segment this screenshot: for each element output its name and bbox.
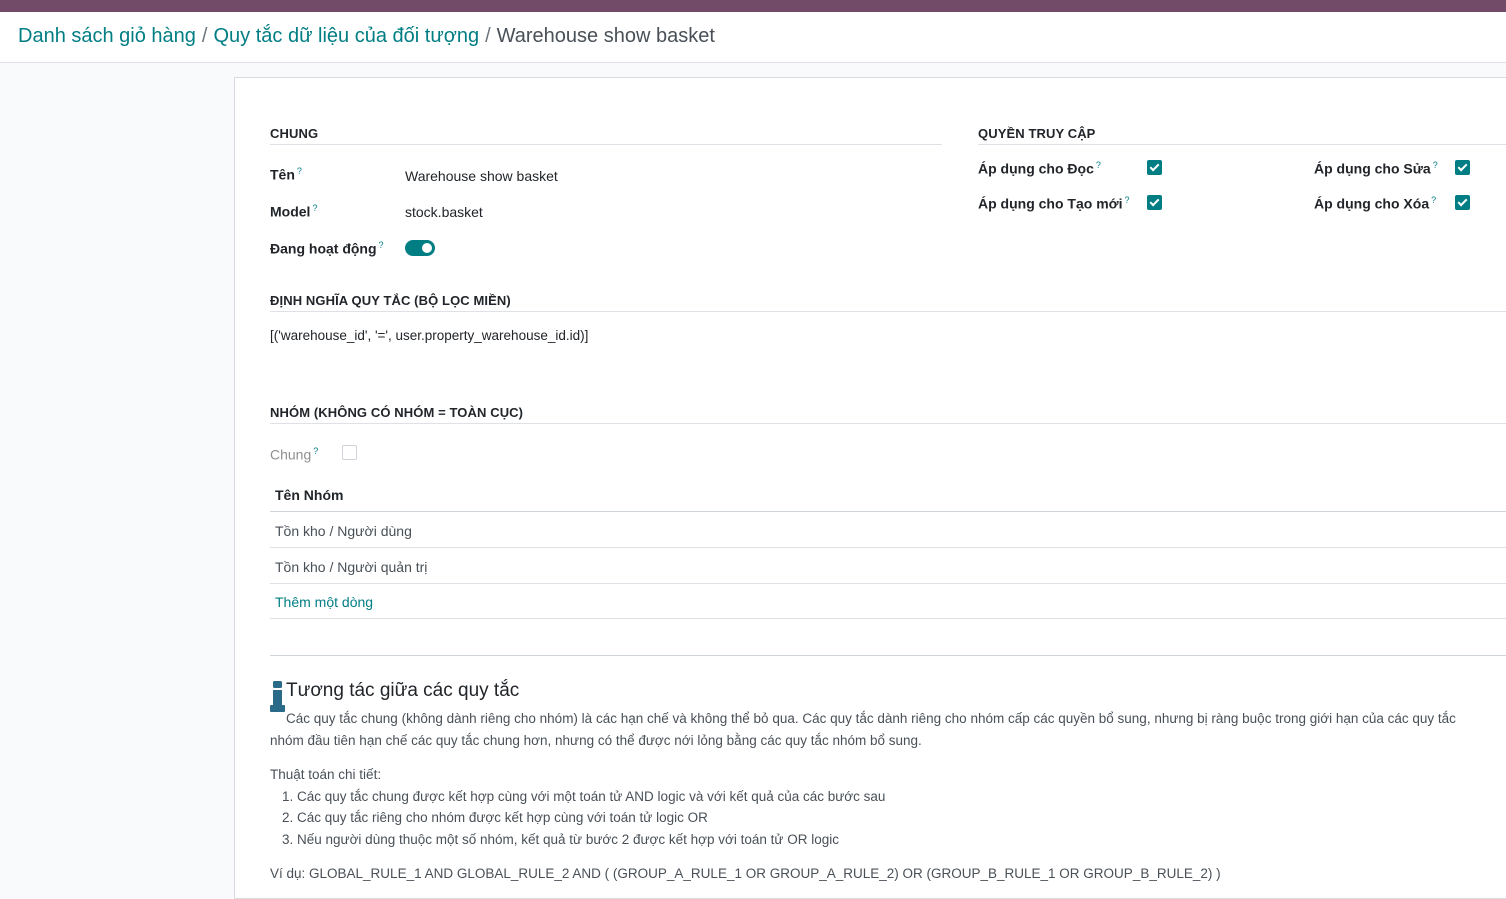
delete-checkbox[interactable] bbox=[1455, 195, 1470, 210]
help-tooltip-icon[interactable]: ? bbox=[313, 446, 318, 456]
breadcrumb-current: Warehouse show basket bbox=[496, 25, 715, 47]
global-checkbox[interactable] bbox=[342, 445, 357, 460]
help-title: Tương tác giữa các quy tắc bbox=[286, 680, 520, 701]
breadcrumb: Danh sách giỏ hàng / Quy tắc dữ liệu của đ… bbox=[18, 25, 715, 48]
create-checkbox[interactable] bbox=[1147, 195, 1162, 210]
top-navbar bbox=[0, 0, 1506, 12]
algorithm-step: 1. Các quy tắc chung được kết hợp cùng v… bbox=[282, 789, 886, 804]
help-tooltip-icon[interactable]: ? bbox=[1125, 195, 1130, 205]
help-tooltip-icon[interactable]: ? bbox=[1096, 160, 1101, 170]
create-label: Áp dụng cho Tạo mới? bbox=[978, 195, 1130, 212]
form-sheet: CHUNG Tên? Warehouse show basket Model? … bbox=[234, 77, 1506, 899]
group-name-column-header[interactable]: Tên Nhóm bbox=[275, 487, 343, 503]
help-divider bbox=[270, 655, 1506, 656]
help-tooltip-icon[interactable]: ? bbox=[312, 203, 317, 213]
active-toggle[interactable] bbox=[405, 240, 435, 256]
breadcrumb-separator: / bbox=[201, 25, 208, 47]
groups-section-title: NHÓM (KHÔNG CÓ NHÓM = TOÀN CỤC) bbox=[270, 405, 524, 420]
help-tooltip-icon[interactable]: ? bbox=[1433, 160, 1438, 170]
example-text: Ví dụ: GLOBAL_RULE_1 AND GLOBAL_RULE_2 A… bbox=[270, 866, 1221, 881]
access-section-title: QUYỀN TRUY CẬP bbox=[978, 126, 1096, 141]
name-field[interactable]: Warehouse show basket bbox=[405, 168, 558, 184]
general-section-title: CHUNG bbox=[270, 126, 319, 141]
breadcrumb-item-basket-list[interactable]: Danh sách giỏ hàng bbox=[18, 25, 196, 47]
active-label: Đang hoạt động? bbox=[270, 240, 384, 257]
global-label: Chung? bbox=[270, 446, 319, 463]
table-row[interactable]: Tồn kho / Người dùng bbox=[275, 523, 412, 539]
table-header-divider bbox=[270, 511, 1506, 512]
table-row[interactable]: Tồn kho / Người quản trị bbox=[275, 559, 427, 575]
add-line-link[interactable]: Thêm một dòng bbox=[275, 594, 373, 610]
general-divider bbox=[270, 144, 942, 145]
breadcrumb-item-record-rules[interactable]: Quy tắc dữ liệu của đối tượng bbox=[213, 25, 479, 47]
algorithm-title: Thuật toán chi tiết: bbox=[270, 767, 382, 782]
row-divider bbox=[270, 618, 1506, 619]
algorithm-step: 3. Nếu người dùng thuộc một số nhóm, kết… bbox=[282, 832, 839, 847]
algorithm-step: 2. Các quy tắc riêng cho nhóm được kết h… bbox=[282, 810, 708, 825]
domain-field[interactable]: [('warehouse_id', '=', user.property_war… bbox=[270, 328, 588, 343]
write-label: Áp dụng cho Sửa? bbox=[1314, 160, 1438, 177]
model-field[interactable]: stock.basket bbox=[405, 204, 483, 220]
breadcrumb-separator: / bbox=[485, 25, 491, 47]
domain-section-title: ĐỊNH NGHĨA QUY TẮC (BỘ LỌC MIỀN) bbox=[270, 293, 511, 308]
groups-divider bbox=[270, 423, 1506, 424]
delete-label: Áp dụng cho Xóa? bbox=[1314, 195, 1437, 212]
write-checkbox[interactable] bbox=[1455, 160, 1470, 175]
help-tooltip-icon[interactable]: ? bbox=[1431, 195, 1436, 205]
access-divider bbox=[978, 144, 1506, 145]
domain-divider bbox=[270, 311, 1506, 312]
help-tooltip-icon[interactable]: ? bbox=[297, 166, 302, 176]
help-paragraph: nhóm đầu tiên hạn chế các quy tắc chung … bbox=[270, 733, 922, 748]
read-checkbox[interactable] bbox=[1147, 160, 1162, 175]
row-divider bbox=[270, 583, 1506, 584]
info-icon bbox=[270, 681, 285, 712]
model-label: Model? bbox=[270, 203, 318, 220]
read-label: Áp dụng cho Đọc? bbox=[978, 160, 1101, 177]
help-tooltip-icon[interactable]: ? bbox=[379, 240, 384, 250]
help-paragraph: Các quy tắc chung (không dành riêng cho … bbox=[286, 711, 1456, 726]
name-label: Tên? bbox=[270, 166, 302, 183]
row-divider bbox=[270, 547, 1506, 548]
control-panel: Danh sách giỏ hàng / Quy tắc dữ liệu của đ… bbox=[0, 12, 1506, 63]
